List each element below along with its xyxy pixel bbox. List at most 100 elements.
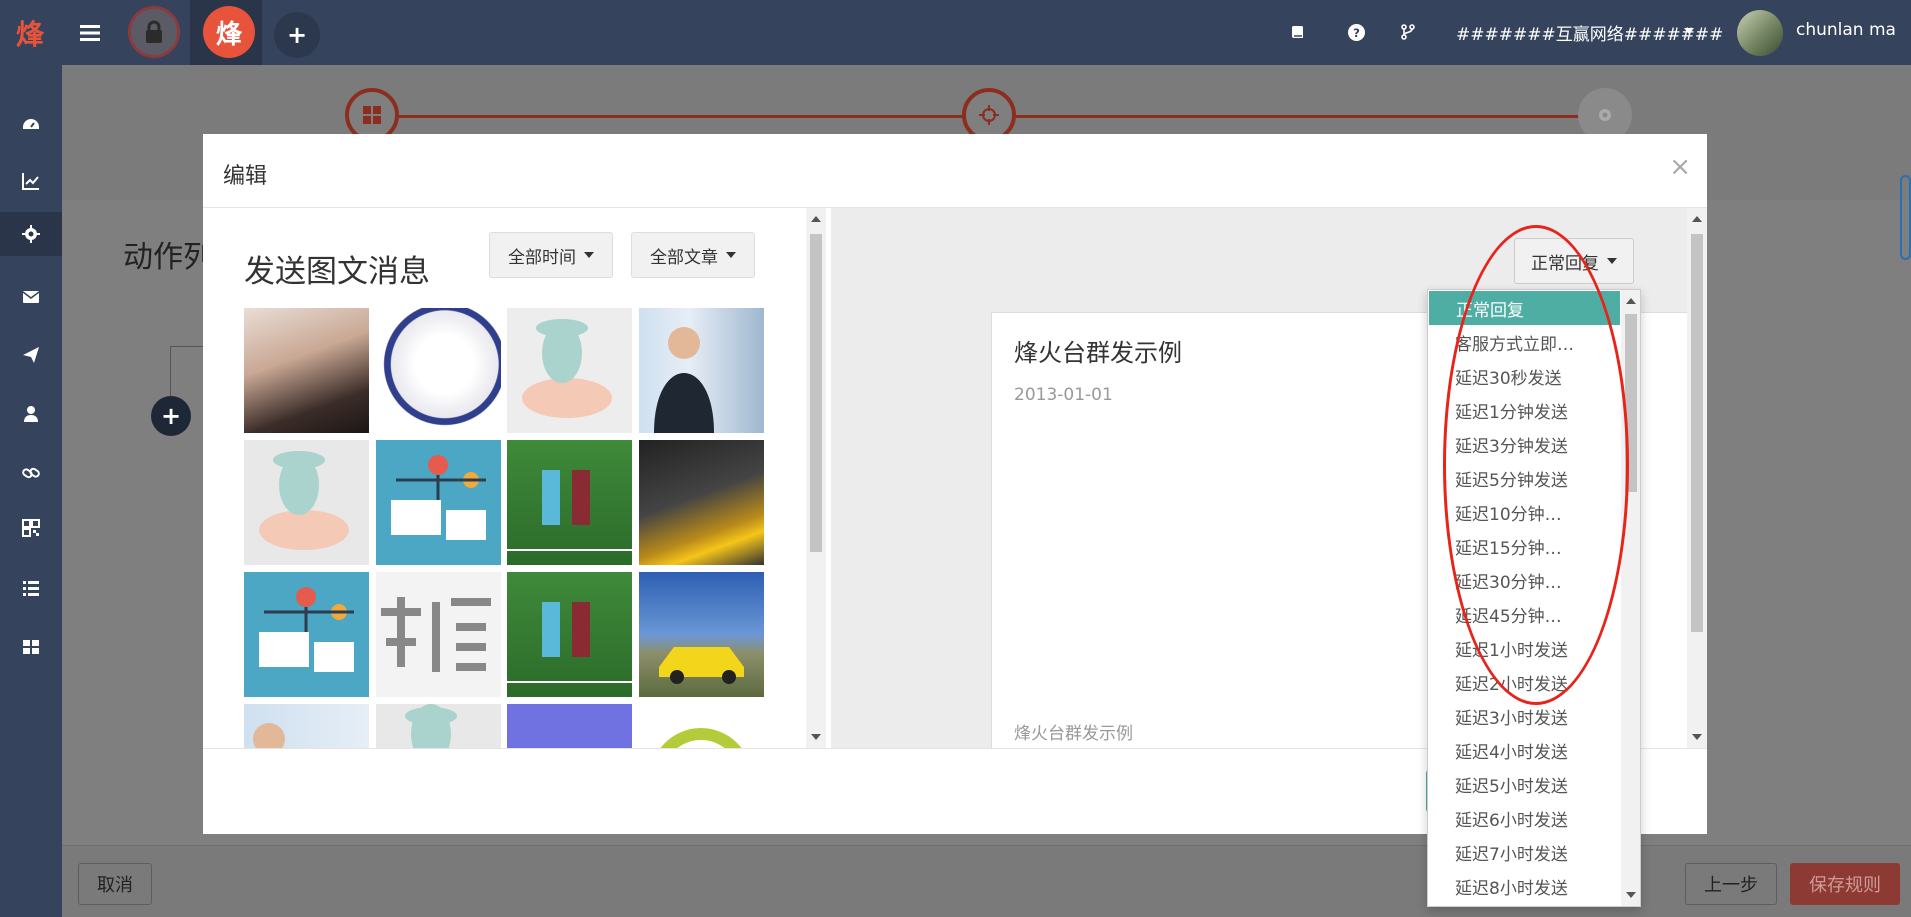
- dropdown-option[interactable]: 延迟3小时发送: [1428, 699, 1619, 733]
- dropdown-option[interactable]: 延迟7小时发送: [1428, 835, 1619, 869]
- save-rule-button[interactable]: 保存规则: [1790, 863, 1900, 905]
- feng-app-avatar[interactable]: 烽: [203, 6, 255, 58]
- card-date: 2013-01-01: [1014, 385, 1113, 405]
- article-picker-pane: 发送图文消息 全部时间 全部文章: [203, 208, 826, 748]
- article-thumbnail[interactable]: [507, 704, 632, 748]
- dropdown-option[interactable]: 延迟4小时发送: [1428, 733, 1619, 767]
- modal-title: 编辑: [223, 164, 268, 189]
- article-filter-label: 全部文章: [650, 247, 718, 268]
- article-thumbnail[interactable]: [639, 704, 764, 748]
- user-name[interactable]: chunlan ma: [1796, 20, 1896, 40]
- grid-icon[interactable]: [0, 625, 62, 669]
- article-thumbnail[interactable]: [376, 308, 501, 433]
- dashboard-icon[interactable]: [0, 103, 62, 147]
- link-icon[interactable]: [0, 451, 62, 495]
- question-icon[interactable]: ?: [1344, 20, 1368, 44]
- top-navbar: 烽 烽 + ? #######互赢网络####### chunlan ma: [0, 0, 1911, 65]
- article-thumbnail[interactable]: [244, 704, 369, 748]
- dropdown-option[interactable]: 延迟3分钟发送: [1428, 427, 1619, 461]
- grid-icon: [363, 106, 381, 124]
- list-icon[interactable]: [0, 566, 62, 610]
- article-thumbnail[interactable]: [244, 572, 369, 697]
- dropdown-option[interactable]: 延迟5小时发送: [1428, 767, 1619, 801]
- left-sidebar: [0, 65, 62, 917]
- scrollbar-thumb[interactable]: [1691, 234, 1703, 632]
- scroll-up-icon[interactable]: [1692, 216, 1702, 222]
- card-title: 烽火台群发示例: [1014, 339, 1182, 367]
- dropdown-option[interactable]: 延迟1分钟发送: [1428, 393, 1619, 427]
- time-filter-label: 全部时间: [508, 247, 576, 268]
- prev-step-button[interactable]: 上一步: [1685, 863, 1777, 905]
- locked-app-avatar[interactable]: [128, 6, 180, 58]
- cancel-button[interactable]: 取消: [78, 863, 152, 905]
- dropdown-option[interactable]: 延迟6小时发送: [1428, 801, 1619, 835]
- article-thumbnail[interactable]: [639, 308, 764, 433]
- gear-icon[interactable]: [0, 212, 62, 256]
- article-thumbnail[interactable]: [507, 572, 632, 697]
- scroll-up-icon[interactable]: [811, 216, 821, 222]
- step-connector: [395, 115, 985, 118]
- dropdown-option[interactable]: 延迟30秒发送: [1428, 359, 1619, 393]
- dropdown-option[interactable]: 延迟15分钟…: [1428, 529, 1619, 563]
- article-thumbnail[interactable]: [507, 308, 632, 433]
- brand-logo[interactable]: 烽: [0, 0, 60, 65]
- modal-header: 编辑 ×: [203, 134, 1707, 208]
- article-thumbnail[interactable]: [244, 308, 369, 433]
- dropdown-scrollbar[interactable]: [1621, 290, 1640, 906]
- dropdown-option[interactable]: 延迟5分钟发送: [1428, 461, 1619, 495]
- article-thumbnail[interactable]: [639, 572, 764, 697]
- chart-line-icon[interactable]: [0, 159, 62, 203]
- step-connector: [1015, 115, 1590, 118]
- thermometer-widget: [1900, 175, 1911, 260]
- dropdown-option[interactable]: 延迟45分钟…: [1428, 597, 1619, 631]
- close-icon[interactable]: ×: [1669, 152, 1691, 182]
- branch-icon[interactable]: [1396, 20, 1420, 44]
- page-title: 动作列: [123, 240, 213, 275]
- reply-mode-options: 正常回复 客服方式立即… 延迟30秒发送 延迟1分钟发送 延迟3分钟发送 延迟5…: [1427, 289, 1641, 907]
- scroll-up-icon[interactable]: [1626, 298, 1636, 304]
- dropdown-option[interactable]: 延迟30分钟…: [1428, 563, 1619, 597]
- article-thumbnail[interactable]: [507, 440, 632, 565]
- caret-down-icon: [1607, 258, 1617, 264]
- pane-heading: 发送图文消息: [244, 254, 430, 290]
- scrollbar-thumb[interactable]: [810, 234, 822, 552]
- article-filter-dropdown[interactable]: 全部文章: [631, 232, 755, 278]
- book-icon[interactable]: [1286, 20, 1310, 44]
- scroll-down-icon[interactable]: [1626, 892, 1636, 898]
- envelope-icon[interactable]: [0, 275, 62, 319]
- article-thumbnail[interactable]: [244, 440, 369, 565]
- reply-mode-dropdown[interactable]: 正常回复: [1514, 238, 1634, 284]
- dropdown-option[interactable]: 延迟1小时发送: [1428, 631, 1619, 665]
- caret-down-icon[interactable]: [1684, 28, 1694, 34]
- add-app-button[interactable]: +: [274, 12, 320, 58]
- dropdown-option[interactable]: 延迟8小时发送: [1428, 869, 1619, 903]
- lock-icon: [146, 20, 162, 43]
- crosshair-icon: [979, 105, 999, 125]
- scrollbar-thumb[interactable]: [1625, 314, 1637, 492]
- menu-icon[interactable]: [70, 0, 110, 65]
- card-footer-text: 烽火台群发示例: [1014, 724, 1133, 744]
- avatar[interactable]: [1737, 10, 1783, 56]
- scroll-down-icon[interactable]: [811, 734, 821, 740]
- article-thumbnail[interactable]: [639, 440, 764, 565]
- article-thumbnail[interactable]: [376, 704, 501, 748]
- paper-plane-icon[interactable]: [0, 333, 62, 377]
- caret-down-icon: [584, 252, 594, 258]
- dropdown-option[interactable]: 客服方式立即…: [1428, 325, 1619, 359]
- dropdown-option[interactable]: 延迟2小时发送: [1428, 665, 1619, 699]
- gear-icon: [1599, 109, 1611, 121]
- article-thumbnail[interactable]: [376, 572, 501, 697]
- left-pane-scrollbar[interactable]: [806, 208, 826, 748]
- dropdown-option[interactable]: 延迟10分钟…: [1428, 495, 1619, 529]
- right-pane-scrollbar[interactable]: [1687, 208, 1707, 748]
- article-thumbnail[interactable]: [376, 440, 501, 565]
- add-action-button[interactable]: +: [151, 396, 191, 436]
- reply-mode-label: 正常回复: [1531, 253, 1599, 274]
- dropdown-option[interactable]: 正常回复: [1429, 291, 1620, 325]
- user-icon[interactable]: [0, 392, 62, 436]
- caret-down-icon: [726, 252, 736, 258]
- time-filter-dropdown[interactable]: 全部时间: [489, 232, 613, 278]
- scroll-down-icon[interactable]: [1692, 734, 1702, 740]
- svg-text:?: ?: [1353, 25, 1360, 39]
- qrcode-icon[interactable]: [0, 506, 62, 550]
